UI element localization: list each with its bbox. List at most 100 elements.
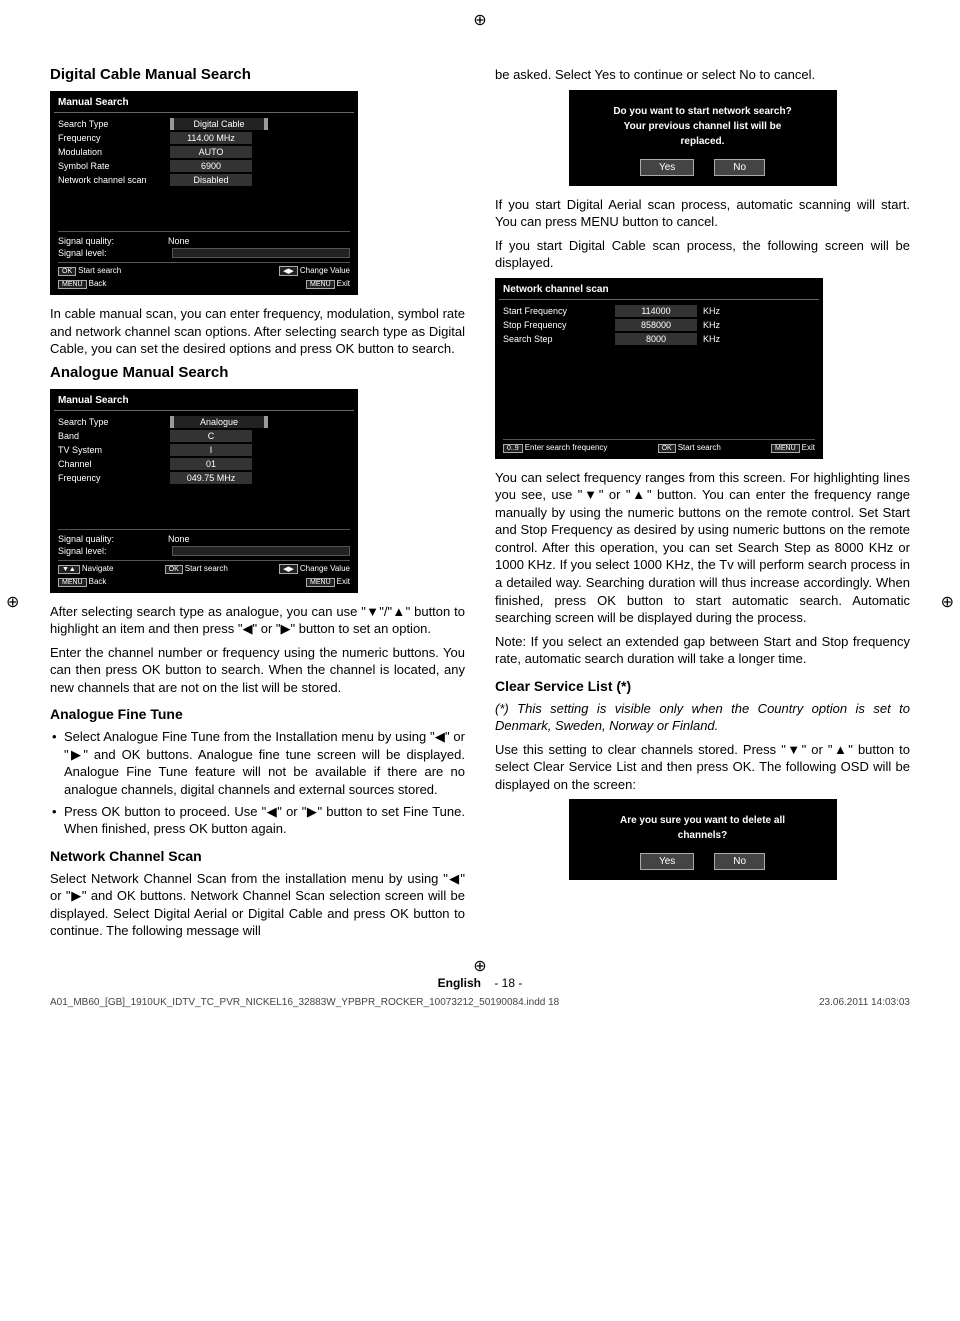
osd2-sig-quality-value: None: [168, 534, 190, 544]
para-cable-scan: If you start Digital Cable scan process,…: [495, 237, 910, 272]
para-be-asked: be asked. Select Yes to continue or sele…: [495, 66, 910, 84]
osd1-label: Symbol Rate: [58, 161, 168, 171]
osd3-unit: KHz: [703, 320, 720, 330]
osd2-row-search-type: Search Type Analogue: [58, 415, 350, 429]
para-clear-use: Use this setting to clear channels store…: [495, 741, 910, 794]
footer-dash2: -: [518, 976, 522, 990]
osd2-value: 049.75 MHz: [170, 472, 252, 484]
osd2-value: Analogue: [170, 416, 268, 428]
page-footer: English - 18 -: [50, 976, 910, 990]
heading-analogue-fine-tune: Analogue Fine Tune: [50, 706, 465, 722]
para-aerial-scan: If you start Digital Aerial scan process…: [495, 196, 910, 231]
osd1-row-frequency: Frequency 114.00 MHz: [58, 131, 350, 145]
osd-confirm-network-search: Do you want to start network search? You…: [569, 90, 837, 186]
osd1-value: 114.00 MHz: [170, 132, 252, 144]
dialog1-no-button: No: [714, 159, 765, 176]
osd1-sig-quality-value: None: [168, 236, 190, 246]
osd2-row-channel: Channel 01: [58, 457, 350, 471]
print-meta: A01_MB60_[GB]_1910UK_IDTV_TC_PVR_NICKEL1…: [50, 997, 910, 1008]
bullet-fine-tune-2: Press OK button to proceed. Use "◀" or "…: [50, 803, 465, 838]
para-cable-manual: In cable manual scan, you can enter freq…: [50, 305, 465, 358]
osd1-row-network: Network channel scan Disabled: [58, 173, 350, 187]
osd2-row-band: Band C: [58, 429, 350, 443]
osd1-row-modulation: Modulation AUTO: [58, 145, 350, 159]
register-mark-bottom: ⊕: [473, 956, 486, 976]
osd-digital-cable-manual-search: Manual Search Search Type Digital Cable …: [50, 91, 358, 295]
osd1-row-symbol-rate: Symbol Rate 6900: [58, 159, 350, 173]
para-note-gap: Note: If you select an extended gap betw…: [495, 633, 910, 668]
osd1-label: Search Type: [58, 119, 168, 129]
osd2-foot-c: ◀▶Change Value: [279, 564, 350, 574]
meta-file: A01_MB60_[GB]_1910UK_IDTV_TC_PVR_NICKEL1…: [50, 997, 559, 1008]
osd2-title: Manual Search: [54, 393, 354, 411]
osd2-row-tv-system: TV System I: [58, 443, 350, 457]
register-mark-right: ⊕: [941, 592, 954, 612]
osd2-foot-a: ▼▲Navigate: [58, 564, 113, 574]
osd1-value: Digital Cable: [170, 118, 268, 130]
dialog1-line1: Do you want to start network search?: [581, 104, 825, 119]
meta-date: 23.06.2011 14:03:03: [819, 997, 910, 1008]
osd1-foot-a: OKOK Start searchStart search: [58, 266, 121, 276]
heading-digital-cable-manual-search: Digital Cable Manual Search: [50, 66, 465, 83]
dialog2-no-button: No: [714, 853, 765, 870]
osd3-label: Search Step: [503, 334, 613, 344]
osd1-row-search-type: Search Type Digital Cable: [58, 117, 350, 131]
osd1-foot-d: MENUExit: [306, 279, 350, 289]
footer-dash: -: [494, 976, 498, 990]
osd1-value: Disabled: [170, 174, 252, 186]
osd2-value: I: [170, 444, 252, 456]
osd3-foot-c: MENUExit: [771, 443, 815, 453]
dialog1-line2: Your previous channel list will be: [581, 119, 825, 134]
osd2-label: Search Type: [58, 417, 168, 427]
osd1-foot-c: MENUBack: [58, 279, 106, 289]
dialog1-yes-button: Yes: [640, 159, 694, 176]
osd-analogue-manual-search: Manual Search Search Type Analogue Band …: [50, 389, 358, 593]
osd3-value: 114000: [615, 305, 697, 317]
heading-clear-service-list: Clear Service List (*): [495, 678, 910, 694]
osd-network-channel-scan: Network channel scan Start Frequency 114…: [495, 278, 823, 459]
osd1-sig-level-bar: [172, 248, 350, 258]
osd-confirm-delete-channels: Are you sure you want to delete all chan…: [569, 799, 837, 880]
para-analogue-a: After selecting search type as analogue,…: [50, 603, 465, 638]
osd2-sig-level-label: Signal level:: [58, 546, 168, 556]
osd3-row-stop: Stop Frequency 858000 KHz: [503, 318, 815, 332]
osd2-foot-e: MENUExit: [306, 577, 350, 587]
osd1-label: Modulation: [58, 147, 168, 157]
right-column: be asked. Select Yes to continue or sele…: [495, 60, 910, 946]
dialog2-line1: Are you sure you want to delete all: [581, 813, 825, 828]
osd1-label: Network channel scan: [58, 175, 168, 185]
para-freq-ranges: You can select frequency ranges from thi…: [495, 469, 910, 627]
left-column: Digital Cable Manual Search Manual Searc…: [50, 60, 465, 946]
osd1-foot-b: ◀▶Change Value: [279, 266, 350, 276]
osd2-label: Band: [58, 431, 168, 441]
register-mark-left: ⊕: [6, 592, 19, 612]
osd2-foot-b: OKStart search: [165, 564, 228, 574]
osd3-unit: KHz: [703, 306, 720, 316]
osd3-row-step: Search Step 8000 KHz: [503, 332, 815, 346]
footer-page: 18: [502, 976, 515, 990]
osd3-foot-a: 0..9Enter search frequency: [503, 443, 607, 453]
osd3-unit: KHz: [703, 334, 720, 344]
dialog2-yes-button: Yes: [640, 853, 694, 870]
dialog1-line3: replaced.: [581, 134, 825, 149]
osd3-foot-b: OKStart search: [658, 443, 721, 453]
osd2-row-frequency: Frequency 049.75 MHz: [58, 471, 350, 485]
osd1-label: Frequency: [58, 133, 168, 143]
footer-lang: English: [438, 976, 481, 990]
osd2-label: Frequency: [58, 473, 168, 483]
para-analogue-b: Enter the channel number or frequency us…: [50, 644, 465, 697]
osd2-sig-level-bar: [172, 546, 350, 556]
para-network-scan: Select Network Channel Scan from the ins…: [50, 870, 465, 940]
register-mark-top: ⊕: [473, 10, 486, 30]
osd1-title: Manual Search: [54, 95, 354, 113]
osd2-foot-d: MENUBack: [58, 577, 106, 587]
osd2-label: Channel: [58, 459, 168, 469]
heading-network-channel-scan: Network Channel Scan: [50, 848, 465, 864]
dialog2-line2: channels?: [581, 828, 825, 843]
osd3-title: Network channel scan: [499, 282, 819, 300]
osd3-value: 858000: [615, 319, 697, 331]
osd2-value: C: [170, 430, 252, 442]
osd2-label: TV System: [58, 445, 168, 455]
bullet-fine-tune-1: Select Analogue Fine Tune from the Insta…: [50, 728, 465, 798]
heading-analogue-manual-search: Analogue Manual Search: [50, 364, 465, 381]
